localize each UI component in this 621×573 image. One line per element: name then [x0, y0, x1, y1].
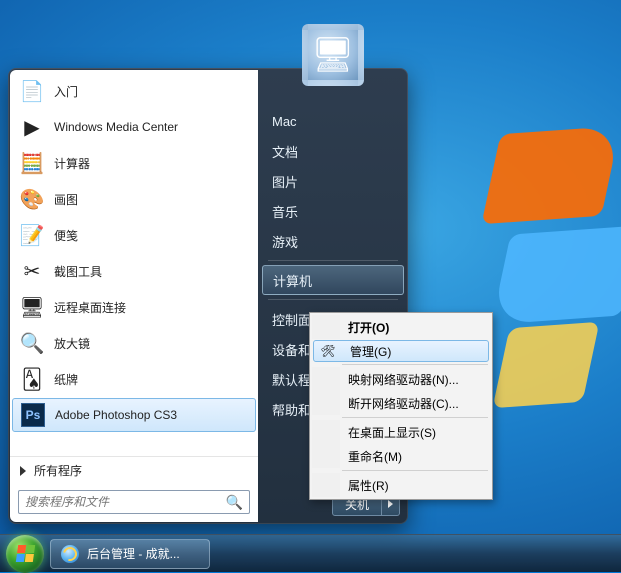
program-item[interactable]: 📄 入门: [10, 73, 258, 109]
app-icon: 🧮: [18, 149, 46, 177]
right-pane-item-computer[interactable]: 计算机: [262, 265, 404, 295]
context-menu-icon: [312, 473, 340, 497]
context-menu-item[interactable]: 属性(R): [312, 473, 490, 497]
program-label: Windows Media Center: [54, 120, 178, 134]
app-icon: 🎨: [18, 185, 46, 213]
internet-explorer-icon: [61, 545, 79, 563]
context-menu-label: 重命名(M): [340, 448, 490, 465]
right-pane-item[interactable]: Mac: [258, 106, 408, 136]
context-menu-icon: [312, 367, 340, 391]
context-menu-item[interactable]: 重命名(M): [312, 444, 490, 468]
photoshop-icon: Ps: [19, 401, 47, 429]
taskbar-app-button[interactable]: 后台管理 - 成就...: [50, 539, 210, 569]
context-menu-label: 断开网络驱动器(C)...: [340, 395, 490, 412]
user-picture-icon[interactable]: 🖥: [302, 24, 364, 86]
context-menu-item[interactable]: 🛠管理(G): [313, 340, 489, 362]
windows-logo-segment: [492, 322, 599, 408]
context-menu-label: 在桌面上显示(S): [340, 424, 490, 441]
program-label: 截图工具: [54, 263, 102, 280]
right-pane-item[interactable]: 音乐: [258, 196, 408, 226]
context-menu-item[interactable]: 打开(O): [312, 315, 490, 339]
separator: [268, 260, 398, 261]
app-icon: 📝: [18, 221, 46, 249]
context-menu-label: 打开(O): [340, 319, 490, 336]
app-icon: 📄: [18, 77, 46, 105]
right-pane-label: 计算机: [273, 271, 312, 290]
app-icon: ✂: [18, 257, 46, 285]
right-pane-item[interactable]: 图片: [258, 166, 408, 196]
search-icon: 🔍: [226, 494, 243, 511]
context-menu-label: 映射网络驱动器(N)...: [340, 371, 490, 388]
app-icon: 🂡: [18, 365, 46, 393]
all-programs-button[interactable]: 所有程序: [10, 456, 258, 484]
program-item[interactable]: ✂ 截图工具: [10, 253, 258, 289]
context-menu-icon: [312, 444, 340, 468]
arrow-right-icon: [20, 466, 26, 476]
start-menu-left-pane: 📄 入门 ▶ Windows Media Center 🧮 计算器 🎨 画图 📝 便笺 ✂ 截图工具 🖥…: [10, 70, 258, 522]
right-pane-label: 设备和: [272, 340, 311, 359]
program-item[interactable]: 🎨 画图: [10, 181, 258, 217]
program-list: 📄 入门 ▶ Windows Media Center 🧮 计算器 🎨 画图 📝 便笺 ✂ 截图工具 🖥…: [10, 73, 258, 456]
right-pane-label: 帮助和: [272, 400, 311, 419]
windows-logo-icon: [15, 545, 34, 562]
program-item[interactable]: 🔍 放大镜: [10, 325, 258, 361]
windows-logo-segment: [481, 126, 620, 224]
right-pane-label: 游戏: [272, 232, 298, 251]
app-icon: 🔍: [18, 329, 46, 357]
program-label: 入门: [54, 83, 78, 100]
program-label: 纸牌: [54, 371, 78, 388]
search-box[interactable]: 🔍: [18, 490, 250, 514]
context-menu-icon: [312, 420, 340, 444]
taskbar-app-label: 后台管理 - 成就...: [87, 545, 180, 562]
separator: [342, 417, 488, 418]
right-pane-item[interactable]: 文档: [258, 136, 408, 166]
program-label: Adobe Photoshop CS3: [55, 408, 177, 422]
program-label: 画图: [54, 191, 78, 208]
separator: [268, 299, 398, 300]
program-item[interactable]: 🧮 计算器: [10, 145, 258, 181]
separator: [342, 470, 488, 471]
context-menu-label: 管理(G): [342, 343, 488, 360]
right-pane-label: 默认程: [272, 370, 311, 389]
all-programs-label: 所有程序: [34, 462, 82, 479]
context-menu-item[interactable]: 映射网络驱动器(N)...: [312, 367, 490, 391]
program-item[interactable]: Ps Adobe Photoshop CS3: [12, 398, 256, 432]
program-label: 便笺: [54, 227, 78, 244]
context-menu-icon: [312, 315, 340, 339]
right-pane-label: 控制面: [272, 310, 311, 329]
start-button[interactable]: [6, 535, 44, 573]
chevron-right-icon: [388, 500, 393, 508]
right-pane-label: 文档: [272, 142, 298, 161]
program-item[interactable]: 🖥 远程桌面连接: [10, 289, 258, 325]
program-item[interactable]: 📝 便笺: [10, 217, 258, 253]
separator: [342, 364, 488, 365]
context-menu-icon: 🛠: [314, 341, 342, 361]
program-label: 远程桌面连接: [54, 299, 126, 316]
program-item[interactable]: ▶ Windows Media Center: [10, 109, 258, 145]
right-pane-label: 图片: [272, 172, 298, 191]
windows-logo-segment: [491, 225, 621, 324]
context-menu-item[interactable]: 在桌面上显示(S): [312, 420, 490, 444]
taskbar: 后台管理 - 成就...: [0, 534, 621, 572]
right-pane-label: 音乐: [272, 202, 298, 221]
context-menu-icon: [312, 391, 340, 415]
context-menu-item[interactable]: 断开网络驱动器(C)...: [312, 391, 490, 415]
right-pane-label: Mac: [272, 114, 297, 129]
context-menu-label: 属性(R): [340, 477, 490, 494]
app-icon: ▶: [18, 113, 46, 141]
program-label: 放大镜: [54, 335, 90, 352]
search-input[interactable]: [25, 495, 226, 509]
program-item[interactable]: 🂡 纸牌: [10, 361, 258, 397]
right-pane-item[interactable]: 游戏: [258, 226, 408, 256]
context-menu: 打开(O) 🛠管理(G) 映射网络驱动器(N)... 断开网络驱动器(C)... 在桌面…: [309, 312, 493, 500]
app-icon: 🖥: [18, 293, 46, 321]
program-label: 计算器: [54, 155, 90, 172]
